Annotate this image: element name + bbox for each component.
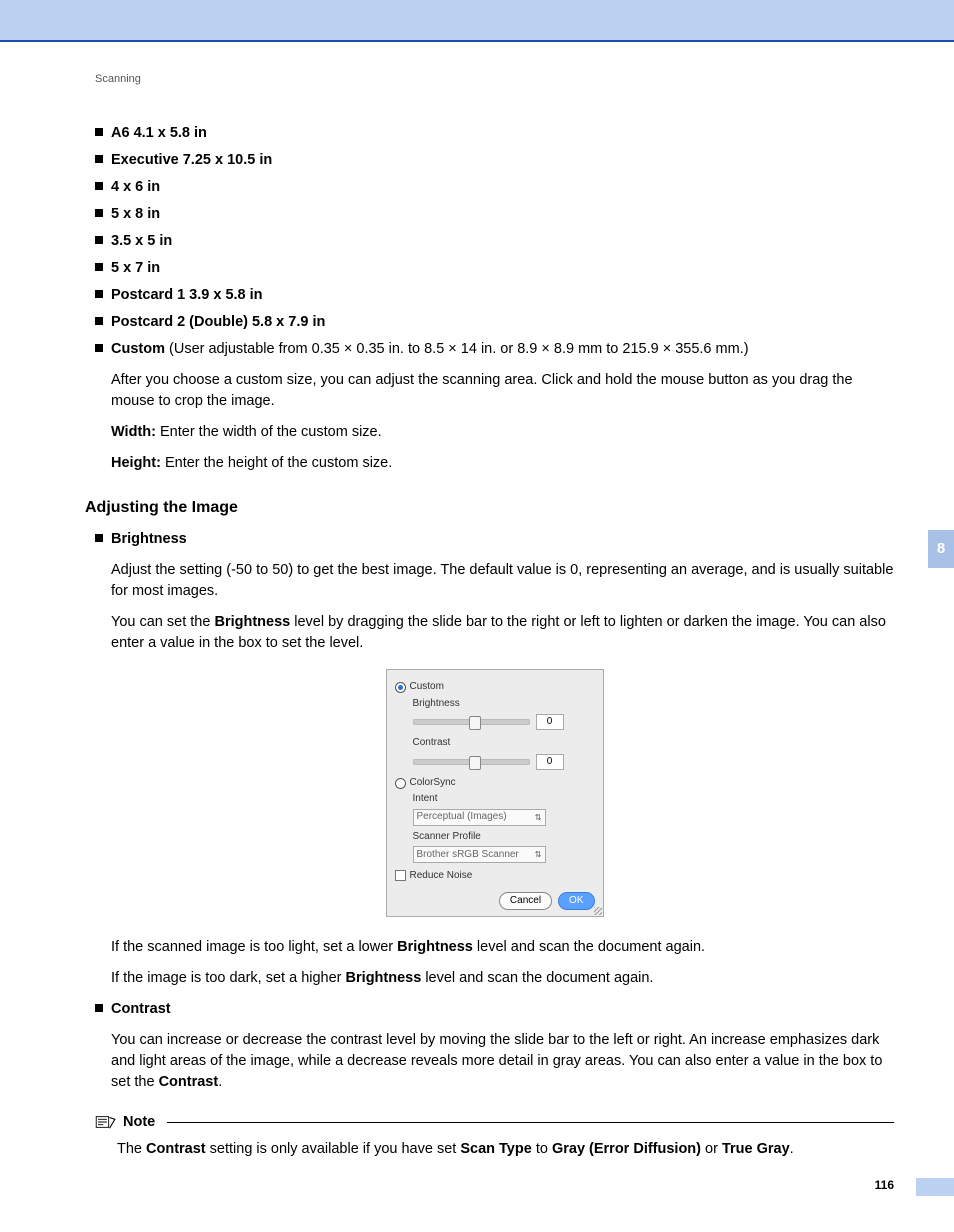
header-bar bbox=[0, 0, 954, 42]
intent-select[interactable]: Perceptual (Images)⇅ bbox=[413, 809, 546, 826]
brightness-p1: Adjust the setting (-50 to 50) to get th… bbox=[111, 560, 894, 602]
brightness-label: Brightness bbox=[413, 697, 595, 712]
contrast-label: Contrast bbox=[413, 736, 595, 751]
ok-button[interactable]: OK bbox=[558, 892, 594, 911]
settings-dialog: Custom Brightness 0 Contrast 0 ColorSync bbox=[386, 669, 604, 917]
chapter-tab: 8 bbox=[928, 530, 954, 568]
contrast-slider[interactable] bbox=[413, 759, 530, 765]
brightness-p2: You can set the Brightness level by drag… bbox=[111, 612, 894, 654]
heading-adjusting: Adjusting the Image bbox=[85, 496, 894, 519]
brightness-slider[interactable] bbox=[413, 719, 530, 725]
radio-on-icon bbox=[395, 682, 406, 693]
custom-radio[interactable]: Custom bbox=[395, 680, 595, 695]
size-item: 5 x 7 in bbox=[95, 258, 894, 279]
brightness-p4: If the image is too dark, set a higher B… bbox=[111, 968, 894, 989]
profile-select[interactable]: Brother sRGB Scanner⇅ bbox=[413, 846, 546, 863]
checkbox-icon bbox=[395, 870, 406, 881]
page-number: 116 bbox=[875, 1178, 894, 1192]
size-item-custom: Custom (User adjustable from 0.35 × 0.35… bbox=[95, 339, 894, 360]
size-item: 3.5 x 5 in bbox=[95, 231, 894, 252]
section-label: Scanning bbox=[95, 72, 894, 88]
profile-label: Scanner Profile bbox=[413, 830, 595, 845]
note-body: The Contrast setting is only available i… bbox=[117, 1139, 894, 1160]
brightness-item: Brightness bbox=[95, 529, 894, 550]
size-item: 5 x 8 in bbox=[95, 204, 894, 225]
chevron-updown-icon: ⇅ bbox=[535, 812, 542, 824]
custom-desc: After you choose a custom size, you can … bbox=[111, 370, 894, 412]
contrast-value[interactable]: 0 bbox=[536, 754, 564, 770]
size-item: Postcard 1 3.9 x 5.8 in bbox=[95, 285, 894, 306]
custom-width: Width: Enter the width of the custom siz… bbox=[111, 422, 894, 443]
contrast-p1: You can increase or decrease the contras… bbox=[111, 1030, 894, 1093]
radio-off-icon bbox=[395, 778, 406, 789]
reduce-noise-checkbox[interactable]: Reduce Noise bbox=[395, 869, 595, 884]
intent-label: Intent bbox=[413, 792, 595, 807]
size-item: 4 x 6 in bbox=[95, 177, 894, 198]
colorsync-radio[interactable]: ColorSync bbox=[395, 776, 595, 791]
note-icon bbox=[95, 1114, 117, 1130]
size-item: Postcard 2 (Double) 5.8 x 7.9 in bbox=[95, 312, 894, 333]
size-item: Executive 7.25 x 10.5 in bbox=[95, 150, 894, 171]
cancel-button[interactable]: Cancel bbox=[499, 892, 552, 911]
brightness-p3: If the scanned image is too light, set a… bbox=[111, 937, 894, 958]
size-item: A6 4.1 x 5.8 in bbox=[95, 123, 894, 144]
page-number-bar bbox=[916, 1178, 954, 1196]
brightness-value[interactable]: 0 bbox=[536, 714, 564, 730]
custom-height: Height: Enter the height of the custom s… bbox=[111, 453, 894, 474]
note-block: Note The Contrast setting is only availa… bbox=[95, 1112, 894, 1160]
chevron-updown-icon: ⇅ bbox=[535, 849, 542, 861]
contrast-item: Contrast bbox=[95, 999, 894, 1020]
resize-handle-icon[interactable] bbox=[594, 907, 602, 915]
